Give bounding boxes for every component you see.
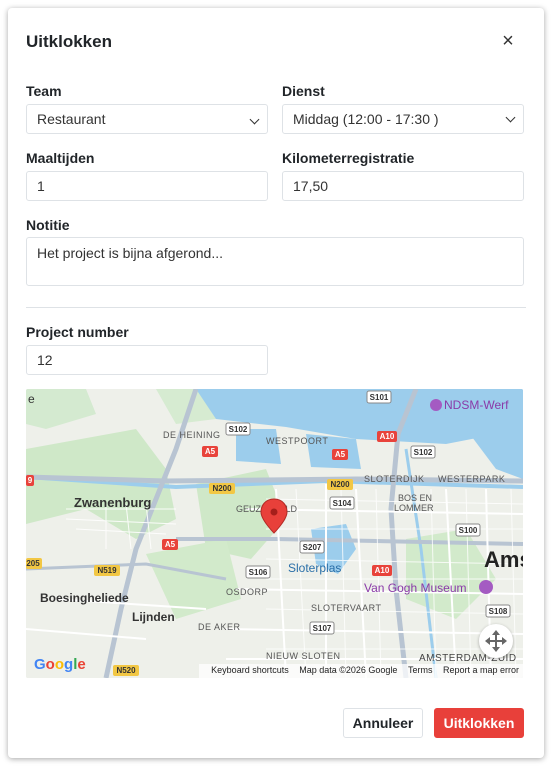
shield-n200a: N200 <box>212 484 232 493</box>
map-label-sloterdijk: SLOTERDIJK <box>364 474 425 484</box>
google-logo: Google <box>34 656 86 673</box>
shield-a5c: A5 <box>165 540 176 549</box>
map-label-bos-en: BOS EN <box>398 493 432 503</box>
map-label-westerpark: WESTERPARK <box>438 474 505 484</box>
shield-s100: S100 <box>459 526 478 535</box>
shield-s108: S108 <box>489 607 508 616</box>
notitie-label: Notitie <box>26 217 70 233</box>
clock-out-modal: Uitklokken × Team Restaurant Dienst Midd… <box>8 8 544 758</box>
map-label-nieuw-sloten: NIEUW SLOTEN <box>266 651 341 661</box>
map-pan-control[interactable] <box>479 624 513 658</box>
maaltijden-label: Maaltijden <box>26 150 95 166</box>
shield-s101: S101 <box>370 393 389 402</box>
map-label-zwanenburg: Zwanenburg <box>74 495 151 510</box>
kilometer-label: Kilometerregistratie <box>282 150 415 166</box>
map-label-van-gogh: Van Gogh Museum <box>364 581 467 595</box>
map-label-de-aker: DE AKER <box>198 622 241 632</box>
shield-a5b: A5 <box>335 450 346 459</box>
terms-link[interactable]: Terms <box>408 665 433 675</box>
dienst-select[interactable]: Middag (12:00 - 17:30 ) <box>282 104 524 134</box>
close-icon[interactable]: × <box>496 30 520 54</box>
shield-n519: N519 <box>97 566 117 575</box>
shield-n200b: N200 <box>330 480 350 489</box>
map-label-lommer: LOMMER <box>394 503 434 513</box>
kilometer-input[interactable] <box>282 171 524 201</box>
map-label-amsterdam: Ams <box>484 547 523 572</box>
chevron-down-icon <box>249 114 260 125</box>
dienst-select-value: Middag (12:00 - 17:30 ) <box>293 111 439 127</box>
shield-n520: N520 <box>116 666 136 675</box>
shield-s107: S107 <box>313 624 332 633</box>
project-number-label: Project number <box>26 324 129 340</box>
map-label-boesingheliede: Boesingheliede <box>40 591 129 605</box>
map-view[interactable]: e Zwanenburg Boesingheliede Lijnden DE H… <box>26 389 523 678</box>
project-number-input[interactable] <box>26 345 268 375</box>
ndsm-poi-icon[interactable] <box>430 399 442 411</box>
notitie-textarea[interactable] <box>26 237 524 286</box>
map-data-text: Map data ©2026 Google <box>299 665 398 675</box>
cancel-button[interactable]: Annuleer <box>343 708 423 738</box>
keyboard-shortcuts-link[interactable]: Keyboard shortcuts <box>211 665 289 675</box>
shield-s102b: S102 <box>414 448 433 457</box>
team-select-value: Restaurant <box>37 111 106 127</box>
chevron-down-icon <box>505 112 516 123</box>
modal-header: Uitklokken × <box>26 30 526 58</box>
shield-205: 205 <box>26 559 40 568</box>
shield-a10b: A10 <box>375 566 390 575</box>
modal-title: Uitklokken <box>26 32 112 51</box>
team-select[interactable]: Restaurant <box>26 104 268 134</box>
map-label-slotervaart: SLOTERVAART <box>311 603 382 613</box>
map-label-edge: e <box>28 392 35 406</box>
shield-a10a: A10 <box>380 432 395 441</box>
map-label-osdorp: OSDORP <box>226 587 268 597</box>
team-label: Team <box>26 83 62 99</box>
map-label-lijnden: Lijnden <box>132 610 175 624</box>
shield-s106: S106 <box>249 568 268 577</box>
map-label-de-heining: DE HEINING <box>163 430 221 440</box>
museum-poi-icon[interactable] <box>479 580 493 594</box>
clock-out-button[interactable]: Uitklokken <box>434 708 524 738</box>
shield-a5a: A5 <box>205 447 216 456</box>
shield-9: 9 <box>28 476 33 485</box>
map-label-sloterplas: Sloterplas <box>288 561 341 575</box>
map-label-westpoort: WESTPOORT <box>266 436 328 446</box>
map-attribution: Keyboard shortcuts Map data ©2026 Google… <box>199 664 523 678</box>
form-divider <box>26 307 526 308</box>
maaltijden-input[interactable] <box>26 171 268 201</box>
report-map-error-link[interactable]: Report a map error <box>443 665 519 675</box>
map-canvas[interactable]: e Zwanenburg Boesingheliede Lijnden DE H… <box>26 389 523 678</box>
move-arrows-icon <box>485 630 507 652</box>
dienst-label: Dienst <box>282 83 325 99</box>
shield-s104: S104 <box>333 499 352 508</box>
shield-s102a: S102 <box>229 425 248 434</box>
shield-s207: S207 <box>303 543 322 552</box>
map-label-ndsm: NDSM-Werf <box>444 398 509 412</box>
